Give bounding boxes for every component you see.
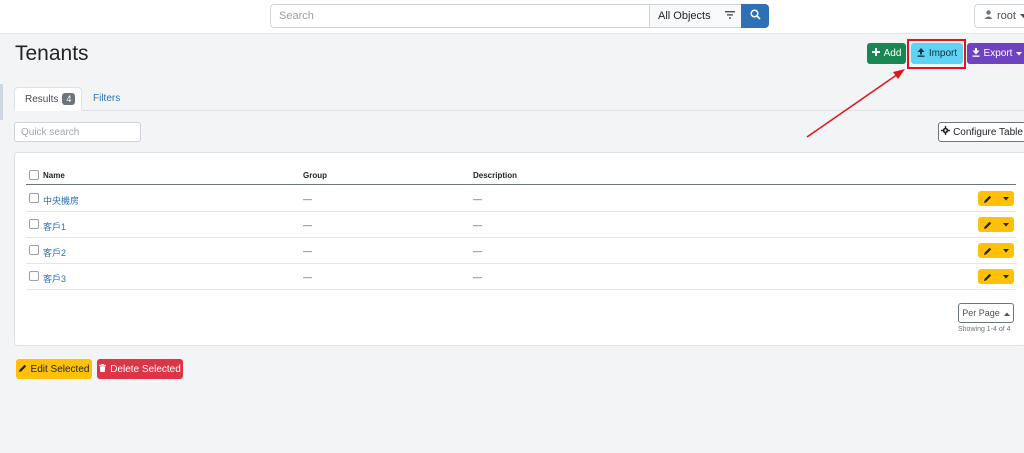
tabs-divider — [15, 110, 1024, 111]
tenant-name-link[interactable]: 客戶1 — [43, 220, 66, 233]
edit-selected-label: Edit Selected — [30, 363, 90, 375]
tenant-description: — — [473, 194, 482, 204]
caret-down-icon[interactable] — [998, 196, 1014, 201]
pencil-icon[interactable] — [978, 273, 998, 281]
tenant-group: — — [303, 246, 312, 256]
trash-icon — [99, 363, 107, 375]
plus-icon — [871, 48, 880, 59]
results-count-badge: 4 — [62, 93, 76, 105]
results-card: Name Group Description 中央機房 — — 客戶1 — — … — [14, 152, 1024, 346]
row-checkbox[interactable] — [29, 271, 39, 281]
tab-filters[interactable]: Filters — [93, 93, 120, 104]
add-button[interactable]: Add — [867, 43, 906, 64]
row-checkbox[interactable] — [29, 245, 39, 255]
sidebar-edge — [0, 34, 5, 453]
delete-selected-button[interactable]: Delete Selected — [97, 359, 183, 379]
row-actions — [978, 243, 1014, 258]
page-title: Tenants — [15, 42, 89, 65]
search-scope-label: All Objects — [658, 10, 711, 22]
delete-selected-label: Delete Selected — [110, 363, 181, 375]
user-name: root — [997, 10, 1016, 22]
add-button-label: Add — [883, 48, 902, 59]
search-scope-select[interactable]: All Objects — [649, 4, 742, 28]
column-header-name[interactable]: Name — [43, 171, 65, 180]
configure-table-label: Configure Table — [953, 126, 1023, 138]
caret-down-icon[interactable] — [998, 274, 1014, 279]
caret-up-icon — [1003, 308, 1010, 318]
tenant-name-link[interactable]: 客戶2 — [43, 246, 66, 259]
edit-selected-button[interactable]: Edit Selected — [16, 359, 92, 379]
pencil-icon[interactable] — [978, 195, 998, 203]
pencil-icon[interactable] — [978, 247, 998, 255]
search-button[interactable] — [741, 4, 769, 28]
tab-results-label: Results — [25, 93, 59, 105]
row-actions — [978, 269, 1014, 284]
select-all-checkbox[interactable] — [29, 170, 39, 180]
tenant-name-link[interactable]: 客戶3 — [43, 272, 66, 285]
pencil-icon — [18, 364, 27, 375]
global-search-input[interactable] — [270, 4, 650, 28]
search-icon — [749, 9, 761, 23]
export-button-label: Export — [983, 48, 1013, 59]
caret-down-icon[interactable] — [998, 222, 1014, 227]
pagination-summary: Showing 1-4 of 4 — [958, 326, 1011, 333]
tenant-group: — — [303, 194, 312, 204]
caret-down-icon — [1016, 48, 1023, 59]
quick-search-input[interactable] — [14, 122, 141, 142]
import-highlight-box — [907, 39, 966, 69]
user-menu-button[interactable]: root — [974, 4, 1024, 28]
table-row: 客戶1 — — — [26, 212, 1016, 238]
row-actions — [978, 191, 1014, 206]
column-header-group[interactable]: Group — [303, 171, 327, 180]
row-checkbox[interactable] — [29, 193, 39, 203]
table-row: 中央機房 — — — [26, 186, 1016, 212]
configure-table-button[interactable]: Configure Table — [938, 122, 1024, 142]
row-checkbox[interactable] — [29, 219, 39, 229]
table-header: Name Group Description — [26, 167, 1016, 185]
column-header-description[interactable]: Description — [473, 171, 517, 180]
caret-down-icon[interactable] — [998, 248, 1014, 253]
tenant-description: — — [473, 272, 482, 282]
tenant-group: — — [303, 220, 312, 230]
pencil-icon[interactable] — [978, 221, 998, 229]
tenant-name-link[interactable]: 中央機房 — [43, 194, 79, 207]
per-page-button[interactable]: Per Page — [958, 303, 1014, 323]
export-button[interactable]: Export — [967, 43, 1024, 64]
per-page-label: Per Page — [962, 308, 1000, 318]
row-actions — [978, 217, 1014, 232]
top-navbar: All Objects root — [0, 0, 1024, 34]
table-row: 客戶3 — — — [26, 264, 1016, 290]
user-icon — [984, 10, 993, 22]
tenant-description: — — [473, 220, 482, 230]
tenant-group: — — [303, 272, 312, 282]
download-icon — [972, 47, 980, 60]
table-row: 客戶2 — — — [26, 238, 1016, 264]
tab-results[interactable]: Results 4 — [14, 87, 82, 111]
gear-icon — [941, 126, 951, 138]
tenant-description: — — [473, 246, 482, 256]
caret-down-icon — [1019, 10, 1024, 22]
filter-icon — [724, 10, 735, 22]
